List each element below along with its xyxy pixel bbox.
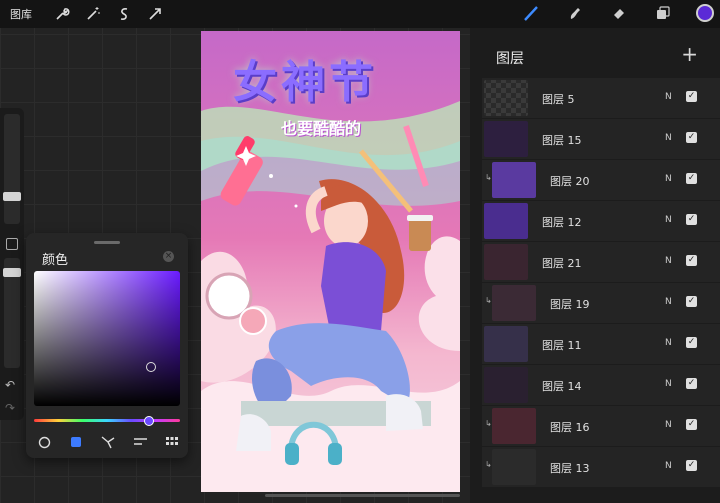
blend-mode-button[interactable]: N	[665, 215, 672, 225]
layer-visibility-checkbox[interactable]: ✓	[686, 337, 697, 348]
palette-mode-icon[interactable]	[164, 435, 180, 449]
clipping-mask-icon: ↳	[485, 460, 492, 469]
close-icon[interactable]: ×	[163, 251, 174, 262]
layer-thumbnail	[492, 408, 536, 444]
magic-wand-icon[interactable]	[82, 3, 104, 25]
selection-s-icon[interactable]	[113, 3, 135, 25]
layer-name: 图层 5	[542, 93, 575, 106]
hue-knob[interactable]	[144, 416, 154, 426]
color-mode-tabs	[36, 435, 180, 449]
value-mode-icon[interactable]	[132, 435, 148, 449]
layer-row[interactable]: 图层 21 N ✓	[482, 242, 720, 282]
wrench-icon[interactable]	[51, 3, 73, 25]
clipping-mask-icon: ↳	[485, 419, 492, 428]
layer-name: 图层 19	[550, 298, 590, 311]
blend-mode-button[interactable]: N	[665, 256, 672, 266]
layer-visibility-checkbox[interactable]: ✓	[686, 173, 697, 184]
layer-row[interactable]: 图层 15 N ✓	[482, 119, 720, 159]
undo-icon[interactable]: ↶	[5, 378, 15, 392]
layer-thumbnail	[484, 203, 528, 239]
top-toolbar: 图库	[0, 0, 720, 28]
layer-name: 图层 21	[542, 257, 582, 270]
blend-mode-button[interactable]: N	[665, 92, 672, 102]
gallery-button[interactable]: 图库	[10, 6, 32, 22]
smudge-icon[interactable]	[564, 2, 586, 24]
layer-visibility-checkbox[interactable]: ✓	[686, 296, 697, 307]
layer-row[interactable]: 图层 5 N ✓	[482, 78, 720, 118]
transform-arrow-icon[interactable]	[144, 3, 166, 25]
layer-name: 图层 16	[550, 421, 590, 434]
layer-row[interactable]: ↳ 图层 16 N ✓	[482, 406, 720, 446]
blend-mode-button[interactable]: N	[665, 420, 672, 430]
layer-visibility-checkbox[interactable]: ✓	[686, 460, 697, 471]
layer-thumbnail	[492, 162, 536, 198]
artwork-title: 女神节	[233, 57, 377, 108]
layer-row[interactable]: ↳ 图层 13 N ✓	[482, 447, 720, 487]
blend-mode-button[interactable]: N	[665, 297, 672, 307]
layer-name: 图层 13	[550, 462, 590, 475]
blend-mode-button[interactable]: N	[665, 133, 672, 143]
layer-name: 图层 11	[542, 339, 582, 352]
color-panel: 颜色 ×	[26, 233, 188, 458]
layer-row[interactable]: 图层 11 N ✓	[482, 324, 720, 364]
panel-grabber[interactable]	[94, 241, 120, 244]
layer-row[interactable]: ↳ 图层 19 N ✓	[482, 283, 720, 323]
layer-name: 图层 15	[542, 134, 582, 147]
layers-panel: 图层 + 图层 5 N ✓ 图层 15 N ✓ ↳ 图层 20 N ✓ 图层 1	[470, 28, 720, 503]
artwork-subtitle: 也要酷酷的	[281, 119, 362, 138]
blend-mode-button[interactable]: N	[665, 338, 672, 348]
brush-size-thumb[interactable]	[3, 192, 21, 201]
layer-visibility-checkbox[interactable]: ✓	[686, 91, 697, 102]
redo-icon[interactable]: ↷	[5, 401, 15, 415]
blend-mode-button[interactable]: N	[665, 379, 672, 389]
layer-thumbnail	[484, 326, 528, 362]
layer-row[interactable]: ↳ 图层 20 N ✓	[482, 160, 720, 200]
artwork-canvas[interactable]: 女神节 也要酷酷的	[201, 31, 460, 492]
layer-thumbnail	[484, 80, 528, 116]
hue-slider[interactable]	[34, 419, 180, 422]
blend-mode-button[interactable]: N	[665, 461, 672, 471]
layers-title: 图层	[496, 51, 524, 67]
layer-row[interactable]: 图层 14 N ✓	[482, 365, 720, 405]
layer-thumbnail	[484, 244, 528, 280]
layer-thumbnail	[484, 367, 528, 403]
layer-thumbnail	[492, 285, 536, 321]
eraser-icon[interactable]	[608, 2, 630, 24]
layers-header: 图层 +	[470, 28, 720, 78]
color-panel-title: 颜色	[42, 253, 69, 268]
layer-name: 图层 12	[542, 216, 582, 229]
opacity-thumb[interactable]	[3, 268, 21, 277]
color-cursor[interactable]	[146, 362, 156, 372]
layer-visibility-checkbox[interactable]: ✓	[686, 255, 697, 266]
layer-name: 图层 20	[550, 175, 590, 188]
layer-thumbnail	[492, 449, 536, 485]
layer-row[interactable]: 图层 12 N ✓	[482, 201, 720, 241]
clipping-mask-icon: ↳	[485, 296, 492, 305]
layer-visibility-checkbox[interactable]: ✓	[686, 419, 697, 430]
layer-visibility-checkbox[interactable]: ✓	[686, 378, 697, 389]
saturation-brightness-picker[interactable]	[34, 271, 180, 406]
add-layer-button[interactable]: +	[681, 42, 698, 66]
harmony-mode-icon[interactable]	[100, 435, 116, 449]
blend-mode-button[interactable]: N	[665, 174, 672, 184]
clipping-mask-icon: ↳	[485, 173, 492, 182]
right-tools	[498, 2, 714, 24]
layer-visibility-checkbox[interactable]: ✓	[686, 214, 697, 225]
layers-icon[interactable]	[652, 2, 674, 24]
layer-visibility-checkbox[interactable]: ✓	[686, 132, 697, 143]
brush-icon[interactable]	[520, 2, 542, 24]
brush-size-slider[interactable]	[4, 114, 20, 224]
modify-button[interactable]	[6, 238, 18, 250]
left-sidebar: ↶ ↷	[0, 108, 24, 420]
layer-name: 图层 14	[542, 380, 582, 393]
current-color-swatch[interactable]	[696, 4, 714, 22]
canvas-scroll-indicator[interactable]	[265, 494, 460, 497]
classic-mode-icon[interactable]	[68, 435, 84, 449]
layer-thumbnail	[484, 121, 528, 157]
disc-mode-icon[interactable]	[36, 435, 52, 449]
